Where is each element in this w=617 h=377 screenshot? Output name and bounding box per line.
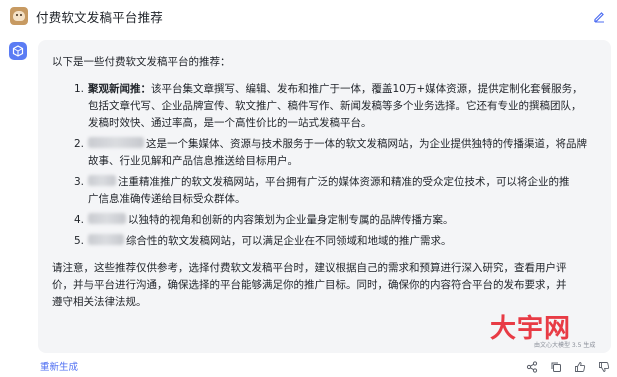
watermark: 大宇网 由文心大模型 3.5 生成 (490, 308, 610, 349)
list-item: 3. 注重精准推广的软文发稿网站，平台拥有广泛的媒体资源和精准的受众定位技术，可… (74, 175, 570, 205)
user-avatar (10, 7, 28, 25)
message-intro: 以下是一些付费软文发稿平台的推荐： (52, 56, 231, 68)
edit-icon[interactable] (591, 8, 607, 24)
redacted-name (88, 175, 116, 186)
regenerate-button[interactable]: 重新生成 (40, 359, 78, 373)
redacted-name (88, 234, 124, 245)
share-icon[interactable] (523, 358, 541, 375)
list-item: 5. 综合性的软文发稿网站，可以满足企业在不同领域和地域的推广需求。 (74, 234, 452, 247)
redacted-name (88, 137, 144, 148)
cube-icon (12, 45, 24, 57)
disclaimer-text: 请注意，这些推荐仅供参考，选择付费软文发稿平台时，建议根据自己的需求和预算进行深… (52, 262, 567, 308)
chat-header: 付费软文发稿平台推荐 (0, 0, 617, 32)
assistant-message: 以下是一些付费软文发稿平台的推荐： 1. 聚观新闻推：该平台集文章撰写、编辑、发… (38, 40, 611, 353)
platform-name: 聚观新闻推： (88, 83, 151, 95)
assistant-avatar (9, 42, 27, 60)
list-item: 4. 以独特的视角和创新的内容策划为企业量身定制专属的品牌传播方案。 (74, 213, 454, 226)
redacted-name (88, 213, 126, 224)
message-footer: 重新生成 (0, 355, 617, 377)
message-actions (523, 358, 613, 375)
generated-by-note: 由文心大模型 3.5 生成 (534, 342, 596, 349)
thumb-down-icon[interactable] (595, 358, 613, 375)
list-item: 2. 这是一个集媒体、资源与技术服务于一体的软文发稿网站，为企业提供独特的传播渠… (74, 137, 587, 167)
thumb-up-icon[interactable] (571, 358, 589, 375)
copy-icon[interactable] (547, 358, 565, 375)
list-item: 1. 聚观新闻推：该平台集文章撰写、编辑、发布和推广于一体，覆盖10万+媒体资源… (74, 83, 583, 129)
conversation-title: 付费软文发稿平台推荐 (36, 9, 164, 25)
